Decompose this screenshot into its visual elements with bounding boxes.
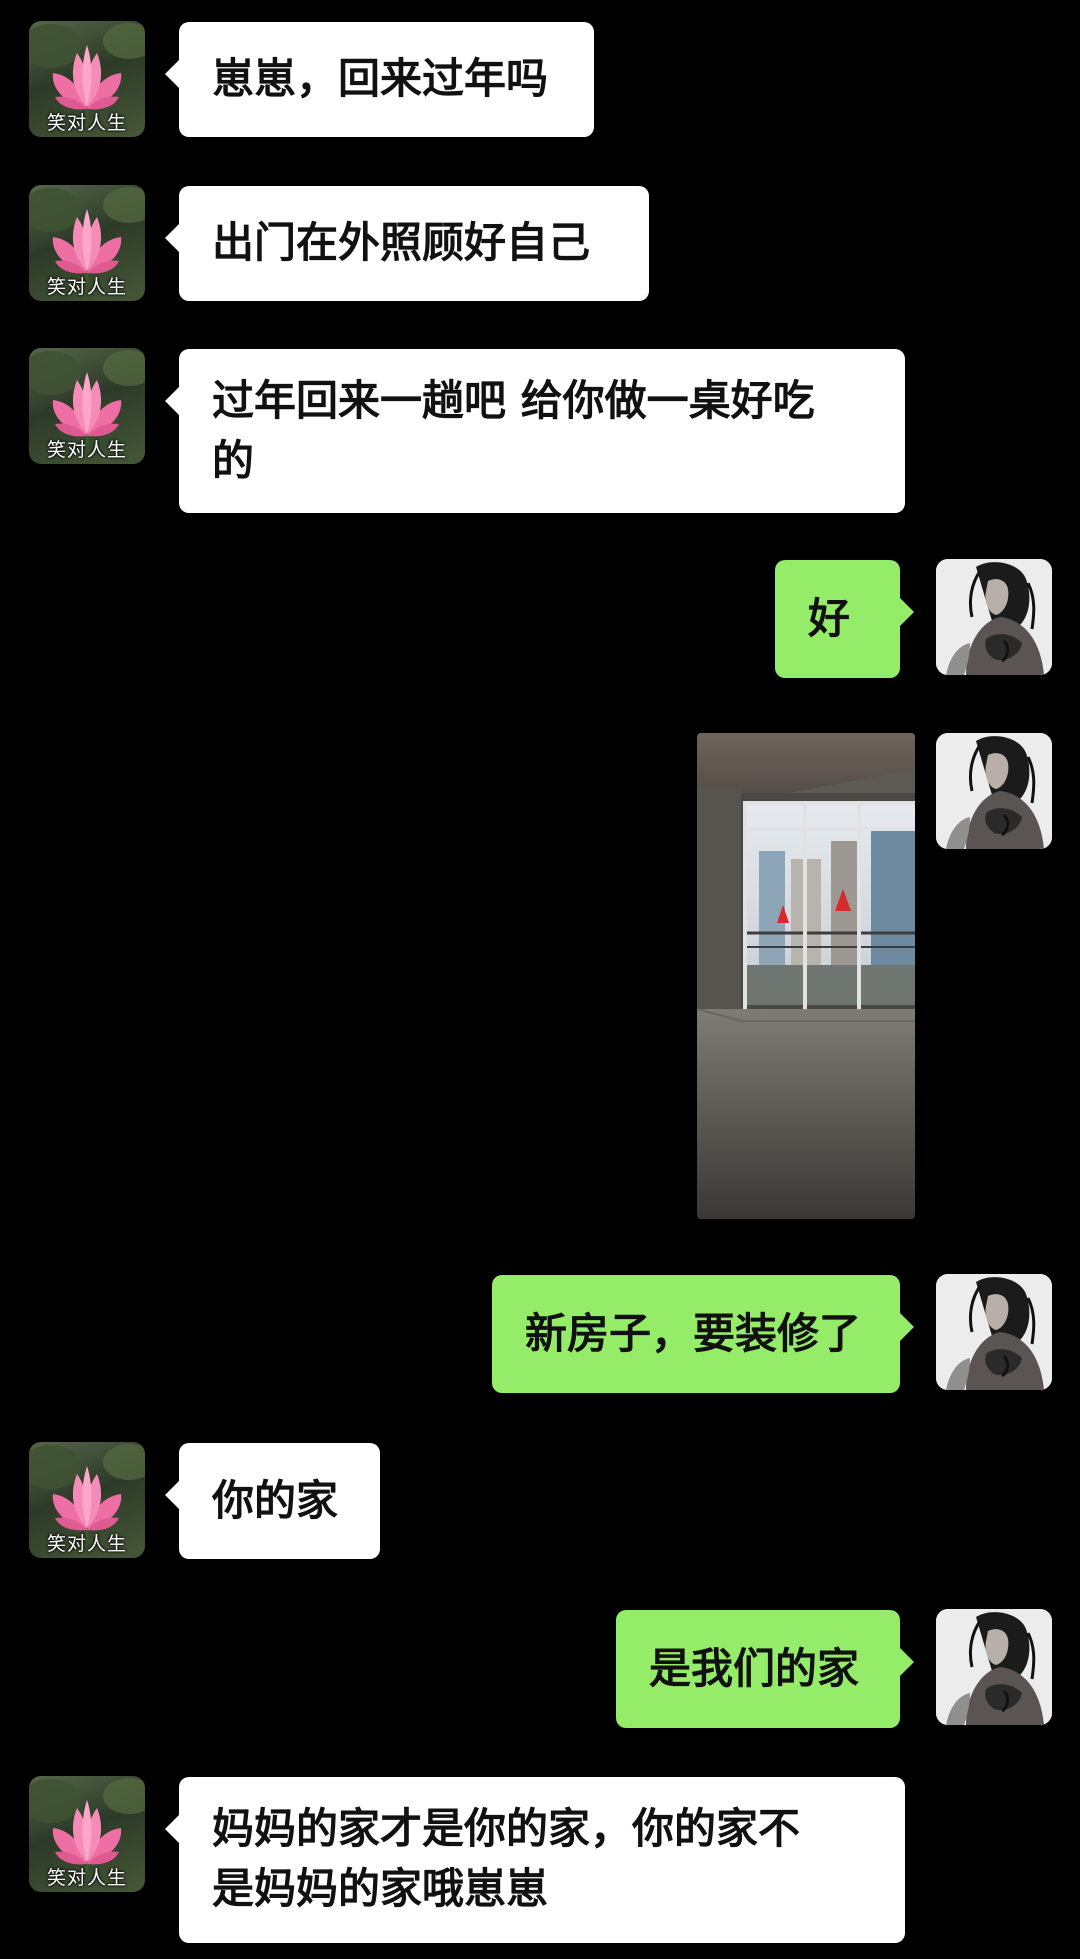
message-bubble-incoming[interactable]: 你的家 [165, 1443, 380, 1559]
message-text: 妈妈的家才是你的家，你的家不 是妈妈的家哦崽崽 [212, 1804, 801, 1913]
contact-avatar[interactable]: 笑对人生 [29, 1776, 145, 1892]
avatar-caption: 笑对人生 [46, 1533, 127, 1555]
message-bubble-outgoing[interactable]: 新房子，要装修了 [492, 1275, 914, 1393]
my-avatar[interactable] [936, 559, 1052, 675]
contact-avatar[interactable]: 笑对人生 [29, 1442, 145, 1558]
contact-avatar[interactable]: 笑对人生 [29, 348, 145, 464]
room-photo-image [697, 733, 915, 1219]
message-bubble-incoming[interactable]: 妈妈的家才是你的家，你的家不 是妈妈的家哦崽崽 [165, 1777, 905, 1943]
contact-avatar[interactable]: 笑对人生 [29, 185, 145, 301]
contact-avatar[interactable]: 笑对人生 [29, 21, 145, 137]
sketch-figure-icon [936, 1609, 1052, 1725]
message-text: 新房子，要装修了 [525, 1309, 862, 1358]
avatar-caption: 笑对人生 [46, 1867, 127, 1889]
avatar-caption: 笑对人生 [46, 276, 127, 298]
message-bubble-incoming[interactable]: 崽崽，回来过年吗 [165, 22, 594, 137]
avatar-caption: 笑对人生 [46, 439, 127, 461]
message-text: 过年回来一趟吧 给你做一桌好吃 的 [212, 376, 815, 485]
message-text: 你的家 [212, 1476, 339, 1525]
message-bubble-outgoing[interactable]: 好 [775, 560, 914, 678]
message-bubble-incoming[interactable]: 过年回来一趟吧 给你做一桌好吃 的 [165, 349, 905, 513]
message-text: 出门在外照顾好自己 [212, 218, 591, 267]
my-avatar[interactable] [936, 1609, 1052, 1725]
my-avatar[interactable] [936, 733, 1052, 849]
sketch-figure-icon [936, 559, 1052, 675]
my-avatar[interactable] [936, 1274, 1052, 1390]
message-text: 好 [808, 594, 851, 643]
message-bubble-incoming[interactable]: 出门在外照顾好自己 [165, 186, 649, 301]
message-bubble-outgoing[interactable]: 是我们的家 [616, 1610, 914, 1728]
avatar-caption: 笑对人生 [46, 112, 127, 134]
message-image[interactable] [697, 733, 915, 1219]
sketch-figure-icon [936, 1274, 1052, 1390]
sketch-figure-icon [936, 733, 1052, 849]
message-text: 崽崽，回来过年吗 [212, 54, 549, 103]
message-text: 是我们的家 [649, 1644, 860, 1693]
